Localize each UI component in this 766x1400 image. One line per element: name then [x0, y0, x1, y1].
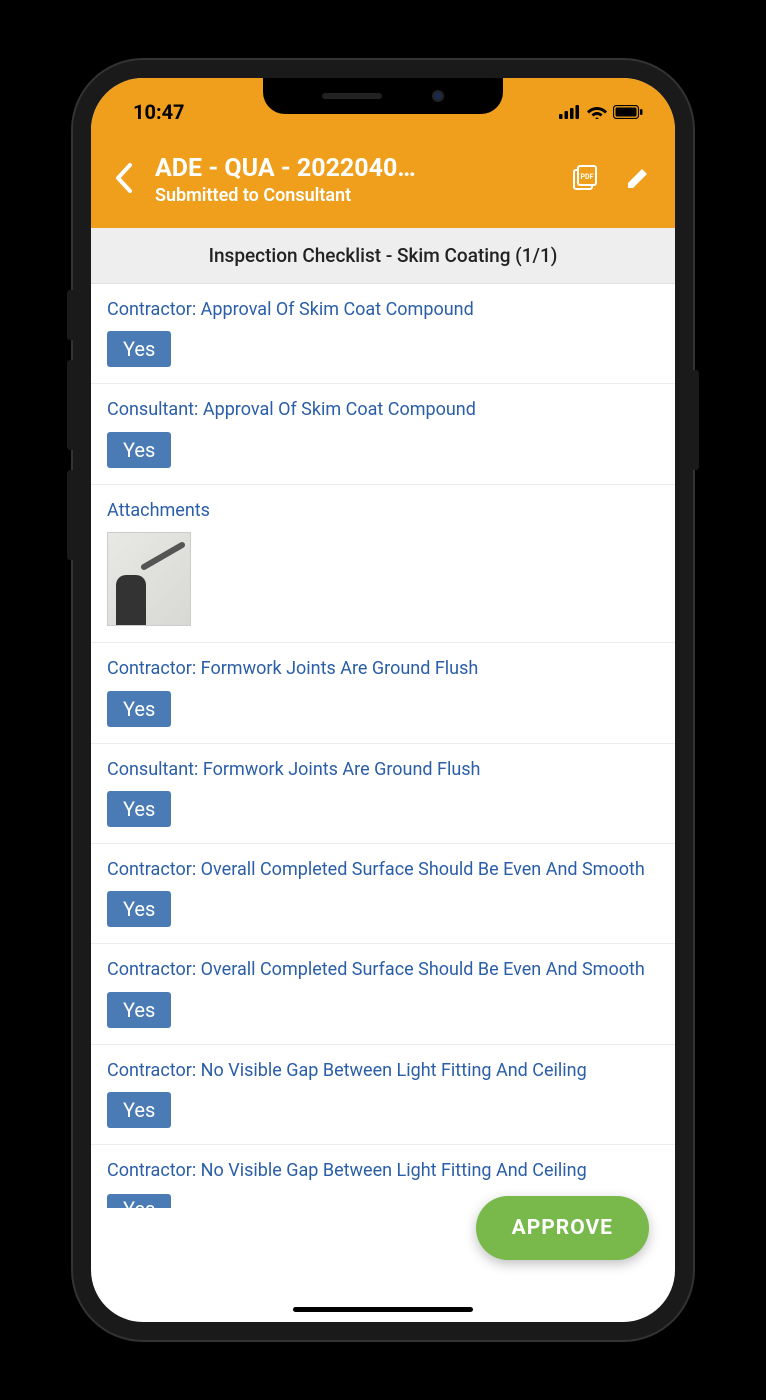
checklist-item: Contractor: Overall Completed Surface Sh…	[91, 844, 675, 944]
item-label: Contractor: Overall Completed Surface Sh…	[107, 858, 659, 881]
checklist-item-attachments: Attachments	[91, 485, 675, 643]
page-title: ADE - QUA - 2022040…	[155, 154, 549, 183]
response-badge[interactable]: Yes	[107, 891, 171, 927]
home-indicator[interactable]	[293, 1307, 473, 1312]
pdf-button[interactable]: PDF	[567, 160, 603, 200]
chevron-left-icon	[115, 163, 133, 193]
back-button[interactable]	[111, 159, 137, 201]
section-header: Inspection Checklist - Skim Coating (1/1…	[91, 228, 675, 284]
pdf-icon: PDF	[571, 164, 599, 192]
attachment-thumbnail[interactable]	[107, 532, 191, 626]
checklist-content[interactable]: Contractor: Approval Of Skim Coat Compou…	[91, 284, 675, 1320]
status-time: 10:47	[133, 100, 185, 124]
item-label: Contractor: No Visible Gap Between Light…	[107, 1059, 659, 1082]
status-icons	[559, 105, 643, 119]
item-label: Contractor: Formwork Joints Are Ground F…	[107, 657, 659, 680]
response-badge[interactable]: Yes	[107, 992, 171, 1028]
item-label: Attachments	[107, 499, 659, 522]
item-label: Contractor: No Visible Gap Between Light…	[107, 1159, 659, 1182]
pencil-icon	[625, 165, 651, 191]
response-badge[interactable]: Yes	[107, 1194, 171, 1208]
edit-button[interactable]	[621, 161, 655, 199]
checklist-item: Contractor: Overall Completed Surface Sh…	[91, 944, 675, 1044]
checklist-item: Contractor: Formwork Joints Are Ground F…	[91, 643, 675, 743]
response-badge[interactable]: Yes	[107, 791, 171, 827]
page-subtitle: Submitted to Consultant	[155, 185, 549, 206]
item-label: Contractor: Overall Completed Surface Sh…	[107, 958, 659, 981]
response-badge[interactable]: Yes	[107, 1092, 171, 1128]
checklist-item: Contractor: No Visible Gap Between Light…	[91, 1045, 675, 1145]
cellular-signal-icon	[559, 105, 581, 119]
response-badge[interactable]: Yes	[107, 331, 171, 367]
checklist-item: Contractor: Approval Of Skim Coat Compou…	[91, 284, 675, 384]
item-label: Consultant: Approval Of Skim Coat Compou…	[107, 398, 659, 421]
response-badge[interactable]: Yes	[107, 691, 171, 727]
checklist-item: Consultant: Formwork Joints Are Ground F…	[91, 744, 675, 844]
wifi-icon	[587, 105, 607, 119]
item-label: Consultant: Formwork Joints Are Ground F…	[107, 758, 659, 781]
checklist-item: Consultant: Approval Of Skim Coat Compou…	[91, 384, 675, 484]
app-header: ADE - QUA - 2022040… Submitted to Consul…	[91, 136, 675, 228]
battery-icon	[613, 105, 643, 119]
approve-button[interactable]: APPROVE	[476, 1196, 649, 1260]
item-label: Contractor: Approval Of Skim Coat Compou…	[107, 298, 659, 321]
svg-text:PDF: PDF	[581, 173, 594, 181]
response-badge[interactable]: Yes	[107, 432, 171, 468]
